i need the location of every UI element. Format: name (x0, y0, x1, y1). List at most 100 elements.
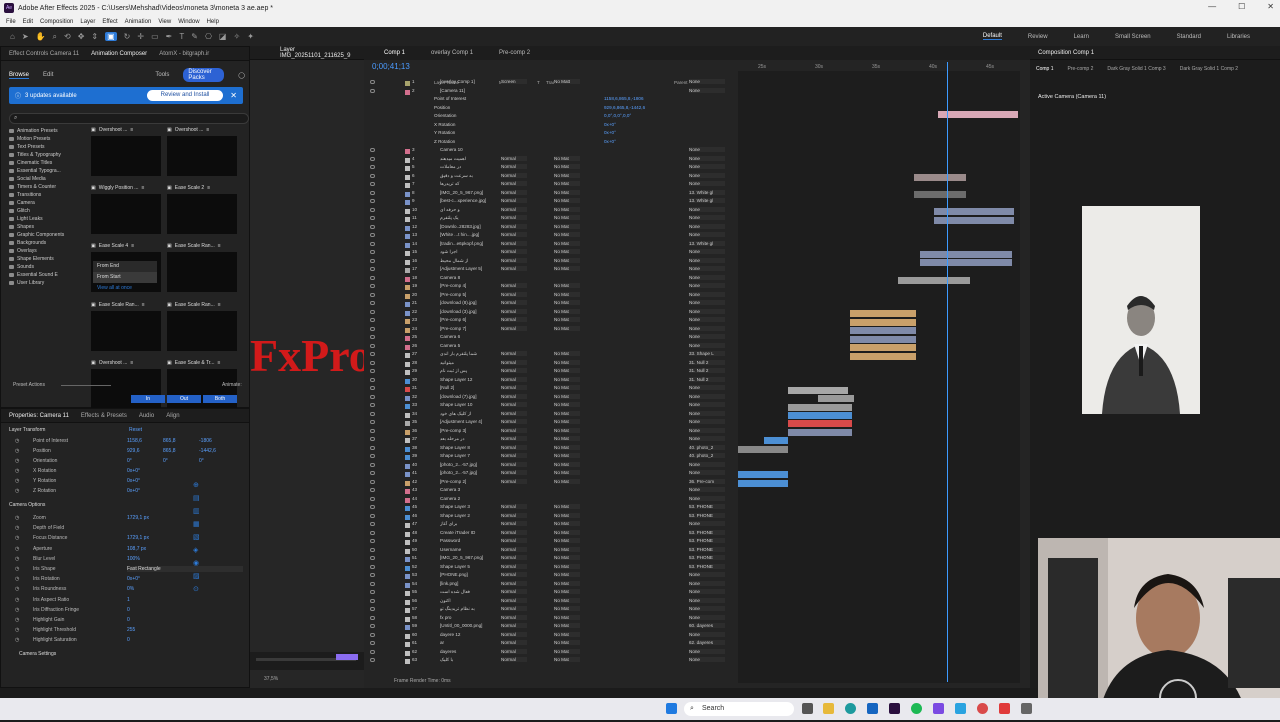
label-color-swatch[interactable] (405, 149, 410, 154)
parent-select[interactable]: None (689, 606, 725, 611)
camera-property-value[interactable]: 0x+0° (604, 122, 616, 127)
layer-row[interactable]: 33 Shape Layer 10 Normal No Mat None (364, 402, 736, 411)
spotify-icon[interactable] (911, 703, 922, 714)
parent-select[interactable]: None (689, 181, 725, 186)
layer-row[interactable]: 56 اکنون Normal No Mat None (364, 597, 736, 607)
layer-row[interactable]: 61 ar Normal No Mat 62. dayeres (364, 640, 736, 649)
menu-icon[interactable]: ≡ (130, 360, 133, 366)
blend-mode-select[interactable]: Normal (501, 427, 527, 433)
blend-mode-select[interactable]: Normal (501, 521, 527, 526)
task-view-icon[interactable] (802, 703, 813, 714)
blend-mode-select[interactable]: Normal (501, 300, 527, 305)
stopwatch-icon[interactable]: ◷ (15, 546, 19, 552)
stopwatch-icon[interactable]: ◷ (15, 535, 19, 541)
menu-view[interactable]: View (158, 19, 171, 25)
rotate-tool-icon[interactable]: ↻ (124, 32, 131, 41)
tree-item[interactable]: Motion Presets (9, 135, 87, 143)
taskbar-search[interactable]: ⌕ Search (684, 702, 794, 716)
layer-name[interactable]: [link.png] (440, 581, 500, 586)
property-value[interactable]: 0x+0° (127, 478, 140, 484)
menu-icon[interactable]: ≡ (142, 302, 145, 308)
tab-audio[interactable]: Audio (139, 413, 154, 419)
track-matte-select[interactable]: No Mat (554, 266, 580, 271)
visibility-eye-icon[interactable] (370, 479, 375, 484)
blend-mode-select[interactable]: Normal (501, 478, 527, 484)
label-color-swatch[interactable] (405, 234, 410, 239)
stopwatch-icon[interactable]: ◷ (15, 448, 19, 454)
label-color-swatch[interactable] (405, 642, 410, 647)
tree-item[interactable]: Animation Presets (9, 127, 87, 135)
layer-row[interactable]: 12 [Downlo..28283.jpg] Normal No Mat None (364, 223, 736, 233)
label-color-swatch[interactable] (405, 659, 410, 664)
from-end-option[interactable]: From End (93, 261, 157, 272)
menu-effect[interactable]: Effect (102, 19, 117, 25)
layer-duration-bar[interactable] (914, 191, 966, 198)
label-color-swatch[interactable] (405, 208, 410, 214)
layer-row[interactable]: 34 از کلیک های خود Normal No Mat None (364, 410, 736, 420)
parent-select[interactable]: None (689, 631, 725, 637)
parent-select[interactable]: None (689, 308, 725, 314)
label-color-swatch[interactable] (405, 387, 410, 392)
visibility-eye-icon[interactable] (370, 522, 375, 526)
layer-duration-bar[interactable] (738, 471, 788, 478)
visibility-eye-icon[interactable] (370, 573, 375, 577)
parent-select[interactable]: None (689, 648, 725, 654)
blend-mode-select[interactable]: Normal (501, 555, 527, 560)
track-matte-select[interactable]: No Mat (554, 155, 580, 161)
menu-icon[interactable]: ≡ (207, 185, 210, 191)
parent-select[interactable]: None (689, 342, 725, 348)
parent-select[interactable]: None (689, 283, 725, 288)
visibility-eye-icon[interactable] (370, 318, 375, 322)
parent-select[interactable]: None (689, 470, 725, 475)
label-color-swatch[interactable] (405, 582, 410, 588)
visibility-eye-icon[interactable] (370, 462, 375, 467)
track-matte-select[interactable]: No Mat (554, 198, 580, 203)
move-tool-icon[interactable]: ✥ (78, 32, 85, 41)
parent-select[interactable]: None (689, 257, 725, 263)
visibility-eye-icon[interactable] (370, 505, 375, 509)
layer-row[interactable]: 27 شما پلتفرم بار اندی Normal No Mat 33. Sha… (364, 351, 736, 360)
parent-select[interactable]: 53. PHONE (689, 555, 725, 560)
layer-duration-bar[interactable] (818, 395, 854, 402)
layer-duration-bar[interactable] (850, 344, 916, 351)
time-ruler[interactable]: 25s 30s 35s 40s 45s (738, 64, 1020, 71)
parent-select[interactable]: 33. Shape L (689, 351, 725, 356)
layer-duration-bar[interactable] (920, 251, 1012, 258)
parent-select[interactable]: None (689, 589, 725, 594)
tree-item[interactable]: Cinematic Titles (9, 159, 87, 167)
layer-name[interactable]: یک پلتفرم (440, 215, 500, 221)
blend-mode-select[interactable]: Normal (501, 538, 527, 543)
orbit-tool-icon[interactable]: ⟲ (64, 32, 71, 41)
visibility-eye-icon[interactable] (370, 360, 375, 365)
layer-row[interactable]: 20 [Pre-comp 5] Normal No Mat None (364, 291, 736, 301)
label-color-swatch[interactable] (405, 531, 410, 537)
visibility-eye-icon[interactable] (370, 386, 375, 390)
layer-name[interactable]: [Adjustment Layer 4] (440, 419, 500, 424)
workspace-libraries[interactable]: Libraries (1227, 34, 1250, 40)
stopwatch-icon[interactable]: ◷ (15, 597, 19, 603)
track-matte-select[interactable]: No Mat (554, 555, 580, 560)
layer-name[interactable]: Camera 8 (440, 275, 500, 280)
layer-name[interactable]: Camera 3 (440, 487, 500, 492)
layer-row[interactable]: 38 Shape Layer 8 Normal No Mat 40. photo_2 (364, 444, 736, 454)
layer-duration-bar[interactable] (788, 404, 852, 411)
label-color-swatch[interactable] (405, 276, 410, 282)
track-matte-select[interactable]: No Mat (554, 325, 580, 331)
layer-row[interactable]: 57 به نظام تریدینگ تو Normal No Mat None (364, 606, 736, 615)
layer-row[interactable]: 59 [Untitl_00_0000.png] Normal No Mat 60. da… (364, 623, 736, 632)
label-color-swatch[interactable] (405, 557, 410, 562)
parent-select[interactable]: None (689, 419, 725, 424)
zoom-tool-icon[interactable]: ⌕ (53, 32, 57, 42)
layer-name[interactable]: Camera 6 (440, 334, 500, 339)
blend-mode-select[interactable]: Normal (501, 453, 527, 458)
layer-row[interactable]: 23 [Pre-comp 6] Normal No Mat None (364, 317, 736, 326)
menu-animation[interactable]: Animation (125, 19, 152, 25)
parent-select[interactable]: None (689, 495, 725, 501)
preset-card[interactable]: ▣ Ease Scale Ran... ≡ (91, 300, 161, 352)
label-color-swatch[interactable] (405, 625, 410, 630)
track-matte-select[interactable]: No Mat (554, 572, 580, 577)
layer-duration-bar[interactable] (898, 277, 970, 284)
track-matte-select[interactable]: No Mat (554, 546, 580, 552)
workspace-standard[interactable]: Standard (1177, 34, 1201, 40)
layer-row[interactable]: 60 dayere 12 Normal No Mat None (364, 631, 736, 641)
